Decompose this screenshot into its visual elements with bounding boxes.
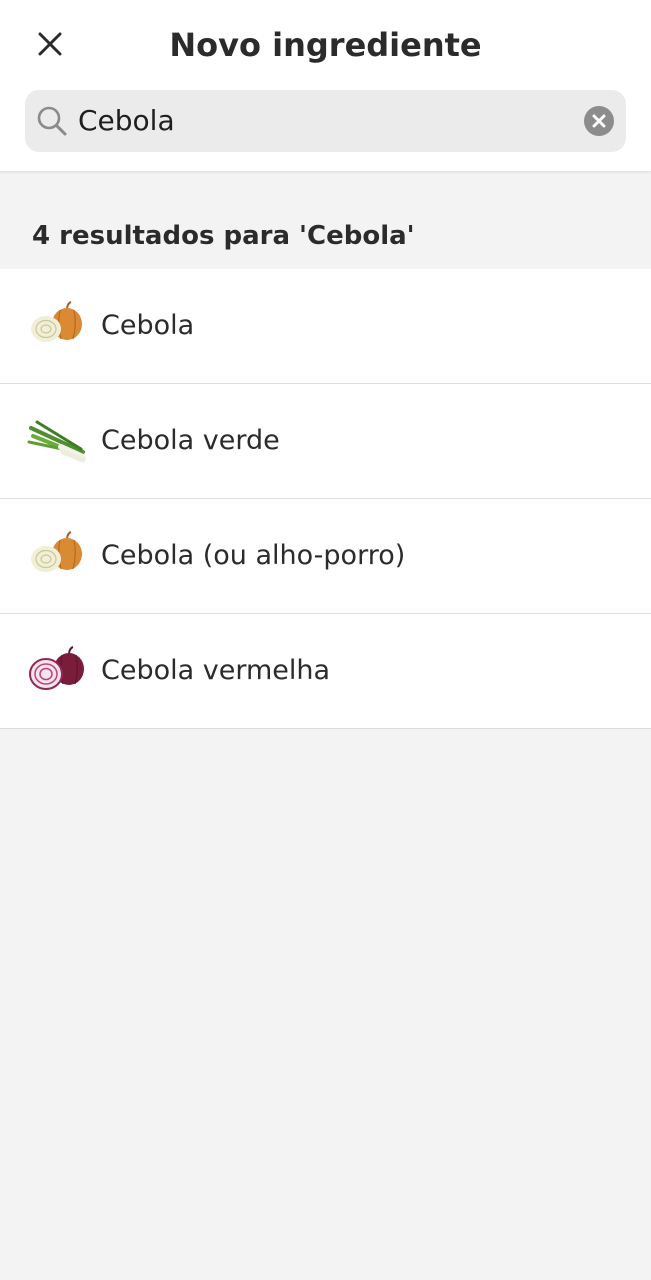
list-item[interactable]: Cebola vermelha xyxy=(0,614,651,729)
page-title: Novo ingrediente xyxy=(169,26,482,64)
onion-icon xyxy=(31,531,82,572)
list-item-label: Cebola xyxy=(101,310,195,341)
list-item-label: Cebola verde xyxy=(101,425,280,456)
list-item[interactable]: Cebola (ou alho-porro) xyxy=(0,499,651,614)
header-bar: Novo ingrediente Cebola xyxy=(0,0,651,172)
clear-search-icon[interactable] xyxy=(583,105,615,137)
list-item-label: Cebola (ou alho-porro) xyxy=(101,540,406,571)
search-icon xyxy=(37,106,67,136)
search-field[interactable]: Cebola xyxy=(25,90,626,152)
results-list: Cebola Cebola verde Cebola (ou alho-porr… xyxy=(0,269,651,729)
onion-icon xyxy=(31,301,82,342)
search-input[interactable]: Cebola xyxy=(78,90,175,152)
list-item-label: Cebola vermelha xyxy=(101,655,331,686)
list-item[interactable]: Cebola xyxy=(0,269,651,384)
red-onion-icon xyxy=(29,646,84,690)
results-summary: 4 resultados para 'Cebola' xyxy=(32,221,415,251)
list-item[interactable]: Cebola verde xyxy=(0,384,651,499)
green-onion-icon xyxy=(27,420,86,463)
